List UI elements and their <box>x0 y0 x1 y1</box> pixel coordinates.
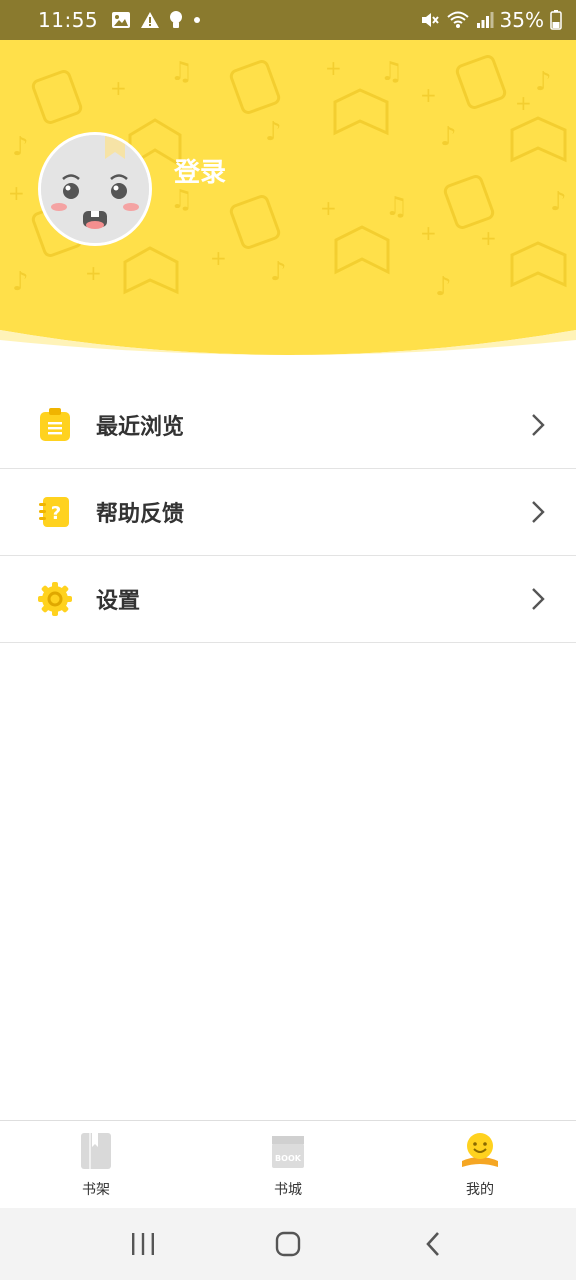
nav-tab-mine[interactable]: 我的 <box>384 1121 576 1208</box>
profile-smiley-icon <box>460 1131 500 1171</box>
chevron-right-icon <box>532 414 545 436</box>
avatar[interactable] <box>38 132 152 246</box>
svg-text:+: + <box>320 196 337 220</box>
svg-text:♫: ♫ <box>170 57 193 87</box>
chevron-right-icon <box>532 501 545 523</box>
recent-apps-icon[interactable] <box>123 1224 163 1264</box>
nav-tab-bookstore[interactable]: BOOK 书城 <box>192 1121 384 1208</box>
bulb-icon <box>169 10 183 30</box>
status-time: 11:55 <box>38 8 99 32</box>
svg-text:♪: ♪ <box>535 67 552 97</box>
svg-text:♪: ♪ <box>550 187 567 217</box>
nav-label-bookshelf: 书架 <box>82 1182 110 1198</box>
svg-text:♪: ♪ <box>12 132 29 162</box>
svg-text:♫: ♫ <box>385 192 408 222</box>
svg-text:+: + <box>210 246 227 270</box>
bottom-nav: 书架 BOOK 书城 我的 <box>0 1120 576 1208</box>
svg-text:+: + <box>110 76 127 100</box>
svg-text:♪: ♪ <box>435 272 452 302</box>
menu-list: 最近浏览 ? 帮助反馈 设置 <box>0 382 576 643</box>
svg-text:+: + <box>420 221 437 245</box>
nav-label-mine: 我的 <box>466 1182 494 1198</box>
help-notebook-icon: ? <box>38 495 72 529</box>
bookstore-icon: BOOK <box>268 1131 308 1171</box>
face-avatar-icon <box>41 135 149 243</box>
gear-icon <box>38 582 72 616</box>
clipboard-icon <box>38 408 72 442</box>
svg-text:♫: ♫ <box>380 57 403 87</box>
menu-item-recent-browsing[interactable]: 最近浏览 <box>0 382 576 469</box>
svg-text:+: + <box>85 261 102 285</box>
login-link[interactable]: 登录 <box>174 152 226 189</box>
warning-icon <box>140 11 160 29</box>
svg-text:♪: ♪ <box>265 117 282 147</box>
menu-label-help: 帮助反馈 <box>96 502 185 527</box>
bookshelf-icon <box>76 1131 116 1171</box>
image-icon <box>111 11 131 29</box>
mute-icon <box>420 10 440 30</box>
nav-tab-bookshelf[interactable]: 书架 <box>0 1121 192 1208</box>
nav-label-bookstore: 书城 <box>274 1182 302 1198</box>
system-nav-bar <box>0 1208 576 1280</box>
status-left: 11:55 <box>38 8 202 32</box>
menu-label-settings: 设置 <box>96 589 141 614</box>
svg-text:?: ? <box>51 503 61 524</box>
status-right: 35% <box>420 8 562 32</box>
home-icon[interactable] <box>268 1224 308 1264</box>
back-icon[interactable] <box>413 1224 453 1264</box>
svg-text:+: + <box>480 226 497 250</box>
wifi-icon <box>446 10 470 30</box>
svg-text:+: + <box>325 56 342 80</box>
menu-item-help-feedback[interactable]: ? 帮助反馈 <box>0 469 576 556</box>
battery-icon <box>550 10 562 30</box>
signal-icon <box>476 11 494 29</box>
profile-header: ♫ ♫ ♪ ♪ ♪ ♪ ♫ ♫ ♪ ♪ ♪ ♪ + + + + + + + + + + <box>0 40 576 360</box>
chevron-right-icon <box>532 588 545 610</box>
svg-text:+: + <box>420 83 437 107</box>
menu-item-settings[interactable]: 设置 <box>0 556 576 643</box>
svg-text:+: + <box>515 91 532 115</box>
dot-icon <box>192 15 202 25</box>
svg-text:♪: ♪ <box>270 257 287 287</box>
svg-text:BOOK: BOOK <box>275 1154 302 1163</box>
svg-text:♪: ♪ <box>440 122 457 152</box>
svg-text:♫: ♫ <box>170 185 193 215</box>
svg-text:+: + <box>8 181 25 205</box>
menu-label-recent: 最近浏览 <box>96 415 185 440</box>
status-bar: 11:55 35% <box>0 0 576 40</box>
svg-text:♪: ♪ <box>12 267 29 297</box>
battery-percent: 35% <box>499 8 544 32</box>
